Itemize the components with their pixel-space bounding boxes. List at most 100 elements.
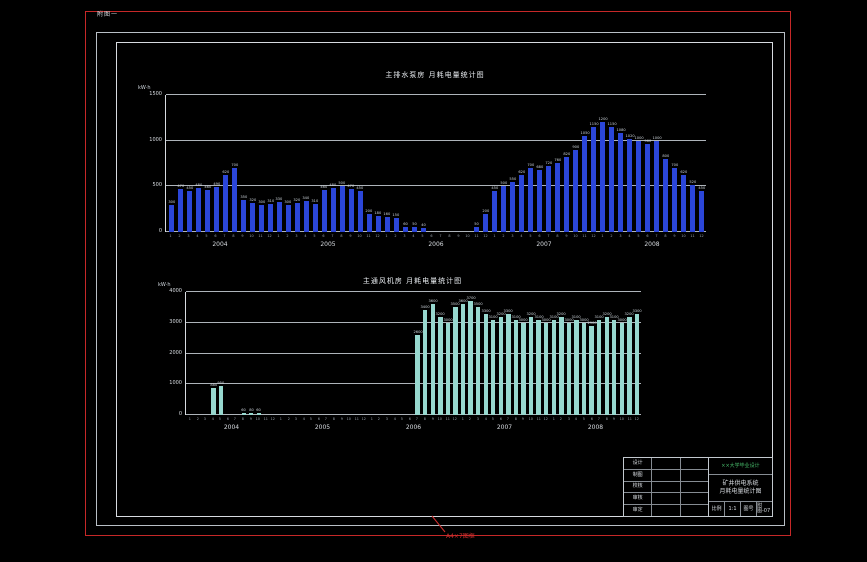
- bar: [468, 301, 473, 415]
- bar: [168, 204, 174, 232]
- month-tick-label: 3: [294, 416, 297, 421]
- bar-item: 1150: [607, 95, 616, 232]
- bar-item: [406, 292, 414, 415]
- bar: [276, 201, 282, 232]
- month-tick-label: 6: [226, 416, 229, 421]
- bar-item: 460: [320, 95, 329, 232]
- bar-value-label: 3000: [443, 317, 453, 322]
- bar-item: 620: [517, 95, 526, 232]
- bar: [645, 144, 651, 232]
- bar: [483, 313, 488, 415]
- chart1-month-ticks: 1 2 3 4 5 6 7 8 9 10 11 12 1 2 3 4 5 6 7 8 9 10 11 12 1 2 3 4 5 6 7 8 9 1…: [166, 234, 706, 238]
- bar-value-label: 3500: [473, 301, 483, 307]
- y-axis-tick-label: 0: [178, 411, 182, 417]
- bar-value-label: 40: [420, 222, 426, 228]
- bar-item: 470: [347, 95, 356, 232]
- bar-item: 3200: [527, 292, 536, 415]
- leader-line: [431, 515, 446, 533]
- bar-item: 160: [383, 95, 392, 232]
- bar: [574, 319, 579, 415]
- bar: [506, 313, 511, 415]
- bar-value-label: 620: [518, 169, 526, 175]
- month-tick-label: 7: [655, 233, 658, 238]
- month-tick-label: 10: [255, 416, 261, 421]
- month-tick-label: 7: [439, 233, 442, 238]
- year-label: 2007: [536, 241, 552, 248]
- bar: [491, 319, 496, 415]
- bar-item: [346, 292, 354, 415]
- bar: [609, 126, 615, 232]
- title-block-row: 制图: [624, 469, 708, 482]
- bar-item: 40: [419, 95, 428, 232]
- bar-value-label: 680: [536, 164, 544, 169]
- month-tick-label: 3: [403, 233, 406, 238]
- month-tick-label: 1: [188, 416, 191, 421]
- chart2-plot-area: 1 2 3 4 5 6 7 8 9 10 11 12 1 2 3 4 5 6 7 8 9 10 11 12 1 2 3 4 5 6 7 8 9 1…: [169, 289, 642, 432]
- bar-item: 550: [508, 95, 517, 232]
- month-tick-label: 2: [502, 233, 505, 238]
- bar-value-label: 450: [356, 185, 364, 190]
- bar-item: 60: [255, 292, 263, 415]
- bar-item: 720: [544, 95, 553, 232]
- bar-item: [195, 292, 203, 415]
- bar-value-label: 3700: [466, 295, 476, 301]
- bar-value-label: 2600: [413, 329, 423, 334]
- month-tick-label: 5: [205, 233, 208, 238]
- year-label: 2006: [428, 241, 444, 248]
- bar-value-label: 3300: [481, 307, 491, 313]
- bar: [445, 322, 451, 415]
- month-tick-label: 1: [601, 233, 604, 238]
- bar: [681, 175, 687, 232]
- month-tick-label: 8: [241, 416, 244, 421]
- bar-value-label: 300: [257, 198, 265, 204]
- bar-item: [278, 292, 286, 415]
- bar: [492, 190, 498, 232]
- bar-item: 460: [203, 95, 212, 232]
- bar-item: 480: [194, 95, 203, 232]
- title-block-row: 设计: [624, 458, 708, 470]
- month-tick-label: 4: [304, 233, 307, 238]
- bar-item: 3700: [466, 292, 476, 415]
- bar-item: 680: [535, 95, 544, 232]
- month-tick-label: 12: [361, 416, 367, 421]
- title-block-label: 制图: [624, 469, 653, 481]
- month-tick-label: 9: [673, 233, 676, 238]
- month-tick-label: 11: [366, 233, 371, 238]
- chart2-title: 主通风机房 月耗电量统计图: [362, 277, 463, 285]
- bar-value-label: 480: [195, 182, 202, 187]
- bar-value-label: 620: [680, 169, 688, 175]
- month-tick-label: 1: [461, 416, 464, 421]
- month-tick-label: 12: [267, 233, 272, 238]
- bar: [596, 319, 602, 415]
- bar-value-label: 950: [217, 380, 225, 385]
- month-tick-label: 8: [664, 233, 667, 238]
- year-label: 2008: [644, 241, 660, 248]
- bar: [612, 319, 617, 415]
- month-tick-label: 4: [484, 416, 487, 421]
- bar-item: 150: [392, 95, 401, 232]
- month-tick-label: 5: [219, 416, 222, 421]
- bar-value-label: 50: [411, 221, 417, 227]
- bar-item: 700: [526, 95, 535, 232]
- title-block-label: 审定: [624, 505, 653, 516]
- month-tick-label: 12: [634, 416, 640, 421]
- title-block-row: 校核: [624, 481, 708, 494]
- bar-item: 3200: [602, 292, 611, 415]
- year-label: 2007: [496, 424, 513, 431]
- month-tick-label: 6: [430, 233, 433, 238]
- bar-value-label: 3300: [632, 307, 642, 313]
- bar-item: 3100: [572, 292, 581, 415]
- title-block-signature-cell: [652, 481, 681, 493]
- bar: [241, 413, 246, 415]
- bar-item: 350: [239, 95, 248, 232]
- bar-item: 450: [490, 95, 499, 232]
- bar-value-label: 1150: [607, 121, 617, 126]
- bar: [544, 322, 549, 415]
- title-block-label: 校核: [624, 481, 653, 493]
- month-tick-label: 2: [378, 416, 381, 421]
- month-tick-label: 3: [187, 233, 190, 238]
- bar-item: 340: [302, 95, 311, 232]
- month-tick-label: 12: [375, 233, 380, 238]
- bar-item: [202, 292, 210, 415]
- bar-item: 3000: [579, 292, 589, 415]
